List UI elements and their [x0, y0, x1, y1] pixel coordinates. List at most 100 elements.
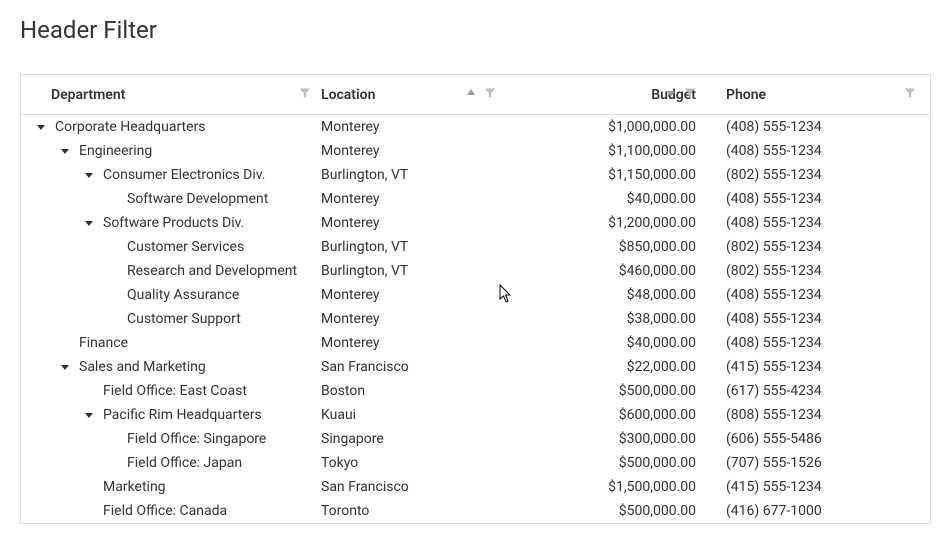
cell-location: San Francisco: [321, 479, 506, 495]
cell-phone: (802) 555-1234: [706, 239, 930, 255]
table-row[interactable]: Pacific Rim HeadquartersKuaui$600,000.00…: [21, 403, 930, 427]
cell-budget: $1,200,000.00: [506, 215, 706, 231]
department-label: Software Products Div.: [103, 215, 244, 231]
table-row[interactable]: Software DevelopmentMonterey$40,000.00(4…: [21, 187, 930, 211]
collapse-icon[interactable]: [81, 411, 97, 419]
department-label: Consumer Electronics Div.: [103, 167, 265, 183]
cell-department: Pacific Rim Headquarters: [21, 407, 321, 423]
column-header-location[interactable]: Location: [321, 87, 506, 103]
cell-phone: (617) 555-4234: [706, 383, 930, 399]
cell-budget: $40,000.00: [506, 335, 706, 351]
table-row[interactable]: Field Office: East CoastBoston$500,000.0…: [21, 379, 930, 403]
table-row[interactable]: Field Office: JapanTokyo$500,000.00(707)…: [21, 451, 930, 475]
department-label: Field Office: Canada: [103, 503, 227, 519]
cell-budget: $500,000.00: [506, 455, 706, 471]
collapse-icon[interactable]: [57, 363, 73, 371]
cell-department: Field Office: Japan: [21, 455, 321, 471]
department-label: Software Development: [127, 191, 268, 207]
table-row[interactable]: Corporate HeadquartersMonterey$1,000,000…: [21, 115, 930, 139]
cell-department: Field Office: Singapore: [21, 431, 321, 447]
cell-department: Sales and Marketing: [21, 359, 321, 375]
filter-icon[interactable]: [484, 87, 496, 103]
cell-department: Software Products Div.: [21, 215, 321, 231]
cell-location: Burlington, VT: [321, 263, 506, 279]
cell-location: Kuaui: [321, 407, 506, 423]
column-header-budget[interactable]: Budget: [506, 87, 706, 103]
column-header-label: Department: [51, 87, 125, 103]
table-row[interactable]: EngineeringMonterey$1,100,000.00(408) 55…: [21, 139, 930, 163]
department-label: Engineering: [79, 143, 152, 159]
cell-department: Consumer Electronics Div.: [21, 167, 321, 183]
cell-phone: (408) 555-1234: [706, 287, 930, 303]
cell-location: Monterey: [321, 311, 506, 327]
table-row[interactable]: Finance Monterey$40,000.00(408) 555-1234: [21, 331, 930, 355]
cell-phone: (408) 555-1234: [706, 143, 930, 159]
cell-department: Research and Development: [21, 263, 321, 279]
cell-budget: $22,000.00: [506, 359, 706, 375]
cell-location: Boston: [321, 383, 506, 399]
cell-budget: $1,500,000.00: [506, 479, 706, 495]
cell-budget: $460,000.00: [506, 263, 706, 279]
cell-phone: (808) 555-1234: [706, 407, 930, 423]
department-label: Research and Development: [127, 263, 297, 279]
cell-budget: $1,000,000.00: [506, 119, 706, 135]
cell-department: Customer Services: [21, 239, 321, 255]
table-row[interactable]: MarketingSan Francisco$1,500,000.00(415)…: [21, 475, 930, 499]
cell-location: Tokyo: [321, 455, 506, 471]
filter-icon[interactable]: [299, 87, 311, 103]
cell-phone: (408) 555-1234: [706, 311, 930, 327]
sort-asc-icon[interactable]: [466, 87, 476, 102]
cell-department: Field Office: East Coast: [21, 383, 321, 399]
cell-department: Marketing: [21, 479, 321, 495]
department-label: Field Office: Japan: [127, 455, 242, 471]
filter-icon[interactable]: [684, 87, 696, 103]
cell-budget: $1,100,000.00: [506, 143, 706, 159]
cell-phone: (408) 555-1234: [706, 215, 930, 231]
cell-budget: $500,000.00: [506, 503, 706, 519]
cell-phone: (415) 555-1234: [706, 359, 930, 375]
collapse-icon[interactable]: [57, 147, 73, 155]
cell-phone: (606) 555-5486: [706, 431, 930, 447]
cell-location: Monterey: [321, 335, 506, 351]
cell-budget: $600,000.00: [506, 407, 706, 423]
table-row[interactable]: Field Office: SingaporeSingapore$300,000…: [21, 427, 930, 451]
collapse-icon[interactable]: [33, 123, 49, 131]
table-row[interactable]: Field Office: CanadaToronto$500,000.00(4…: [21, 499, 930, 523]
cell-department: Field Office: Canada: [21, 503, 321, 519]
cell-location: Monterey: [321, 287, 506, 303]
department-label: Finance: [79, 335, 128, 351]
table-row[interactable]: Consumer Electronics Div.Burlington, VT$…: [21, 163, 930, 187]
column-header-department[interactable]: Department: [21, 87, 321, 103]
cell-phone: (802) 555-1234: [706, 263, 930, 279]
filter-icon[interactable]: [904, 87, 916, 103]
cell-phone: (408) 555-1234: [706, 191, 930, 207]
cell-phone: (408) 555-1234: [706, 119, 930, 135]
page-title: Header Filter: [20, 16, 931, 44]
cell-location: Toronto: [321, 503, 506, 519]
column-header-phone[interactable]: Phone: [706, 87, 930, 103]
collapse-icon[interactable]: [81, 219, 97, 227]
table-row[interactable]: Quality AssuranceMonterey$48,000.00(408)…: [21, 283, 930, 307]
table-row[interactable]: Sales and Marketing San Francisco$22,000.…: [21, 355, 930, 379]
cell-budget: $300,000.00: [506, 431, 706, 447]
cell-department: Customer Support: [21, 311, 321, 327]
sort-desc-icon[interactable]: [666, 87, 676, 102]
column-header-label: Location: [321, 87, 375, 103]
department-label: Field Office: Singapore: [127, 431, 266, 447]
cell-department: Quality Assurance: [21, 287, 321, 303]
cell-budget: $850,000.00: [506, 239, 706, 255]
cell-phone: (408) 555-1234: [706, 335, 930, 351]
table-row[interactable]: Customer ServicesBurlington, VT$850,000.…: [21, 235, 930, 259]
table-row[interactable]: Research and Development Burlington, VT$4…: [21, 259, 930, 283]
cell-location: Monterey: [321, 191, 506, 207]
table-row[interactable]: Software Products Div.Monterey$1,200,000…: [21, 211, 930, 235]
cell-location: San Francisco: [321, 359, 506, 375]
cell-location: Burlington, VT: [321, 239, 506, 255]
department-label: Quality Assurance: [127, 287, 239, 303]
cell-department: Software Development: [21, 191, 321, 207]
collapse-icon[interactable]: [81, 171, 97, 179]
department-label: Sales and Marketing: [79, 359, 206, 375]
grid-body: Corporate Headquarters Monterey $1,000,000…: [21, 115, 930, 523]
table-row[interactable]: Customer SupportMonterey$38,000.00(408) …: [21, 307, 930, 331]
cell-department: Corporate Headquarters: [21, 119, 321, 135]
